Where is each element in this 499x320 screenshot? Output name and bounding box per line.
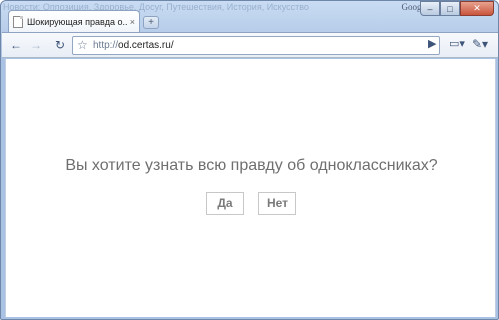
window-controls: – □ ✕ xyxy=(420,1,494,16)
close-window-button[interactable]: ✕ xyxy=(460,1,494,16)
back-icon[interactable]: ← xyxy=(8,37,24,53)
forward-icon[interactable]: → xyxy=(28,37,44,53)
url-scheme: http:// xyxy=(93,40,119,51)
toolbar: ← → ↻ ☆ http://od.certas.ru/ ▶ ▭▾ ✎▾ xyxy=(2,32,498,58)
reload-icon[interactable]: ↻ xyxy=(52,37,68,53)
maximize-button[interactable]: □ xyxy=(440,1,460,16)
yes-button[interactable]: Да xyxy=(206,192,244,215)
close-tab-icon[interactable]: × xyxy=(130,17,135,27)
wrench-menu-icon[interactable]: ✎▾ xyxy=(472,37,488,51)
url-host: od.certas.ru/ xyxy=(118,40,174,51)
no-button[interactable]: Нет xyxy=(258,192,296,215)
tab-active[interactable]: Шокирующая правда о... × xyxy=(8,10,140,32)
bookmark-star-icon[interactable]: ☆ xyxy=(77,38,88,52)
tab-title: Шокирующая правда о... xyxy=(27,16,127,27)
url-text[interactable]: http://od.certas.ru/ xyxy=(93,40,174,51)
page-question: Вы хотите узнать всю правду об однокласс… xyxy=(65,157,438,174)
page-content: Вы хотите узнать всю правду об однокласс… xyxy=(5,59,496,317)
new-tab-button[interactable]: + xyxy=(143,16,159,29)
go-icon[interactable]: ▶ xyxy=(428,37,436,50)
page-icon xyxy=(13,15,23,28)
page-menu-icon[interactable]: ▭▾ xyxy=(449,37,465,50)
browser-window: Новости: Оппозиция, Здоровье, Досуг, Пут… xyxy=(0,0,499,320)
minimize-button[interactable]: – xyxy=(420,1,440,16)
address-bar[interactable]: ☆ http://od.certas.ru/ xyxy=(72,36,440,55)
